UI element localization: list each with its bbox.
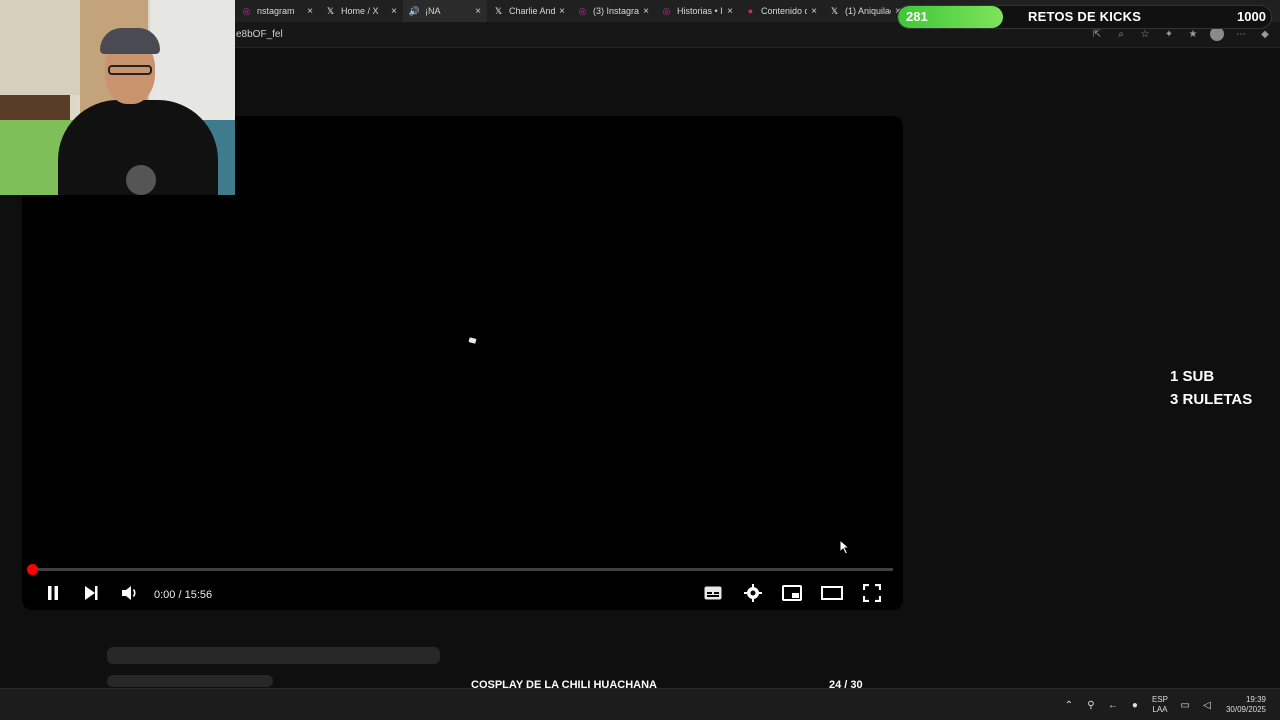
- mouse-cursor-icon: [839, 539, 851, 555]
- time-display: 0:00 / 15:56: [154, 589, 213, 601]
- browser-tab-label: (1) Aniquilac: [845, 6, 892, 16]
- kicks-goal-title: RETOS DE KICKS: [1028, 9, 1142, 24]
- back-arrow-icon[interactable]: ←: [1102, 697, 1124, 713]
- gear-icon: [744, 584, 762, 602]
- network-icon[interactable]: ⚲: [1080, 697, 1102, 713]
- instagram-icon: ◎: [578, 5, 587, 16]
- fullscreen-icon: [863, 584, 881, 602]
- display-icon[interactable]: ▭: [1174, 697, 1196, 713]
- browser-tab[interactable]: ◎ Historias • In ×: [655, 0, 739, 22]
- browser-tab[interactable]: 𝕏 Home / X ×: [319, 0, 403, 22]
- fullscreen-button[interactable]: [860, 581, 884, 605]
- clock[interactable]: 19:39 30/09/2025: [1226, 695, 1266, 715]
- bookmark-star-icon[interactable]: ☆: [1138, 27, 1152, 41]
- browser-tab-label: Charlie And: [509, 6, 556, 16]
- pause-icon: [48, 586, 58, 600]
- address-bar-icons: ⇱ ⌕ ☆ ✦ ★ ⋯ ◆: [1090, 27, 1272, 41]
- profile-avatar[interactable]: [1210, 27, 1224, 41]
- kicks-goal-target: 1000: [1237, 9, 1266, 24]
- theater-mode-icon: [821, 586, 843, 600]
- x-logo-icon: 𝕏: [326, 5, 335, 16]
- miniplayer-button[interactable]: [780, 581, 804, 605]
- audio-playing-icon: 🔊: [408, 5, 421, 16]
- open-external-icon[interactable]: ⇱: [1090, 27, 1104, 41]
- browser-tab-label: ¡NA: [425, 6, 441, 16]
- language-code: ESP: [1151, 695, 1168, 704]
- browser-tab[interactable]: ◎ nstagram ×: [235, 0, 319, 22]
- windows-taskbar: ⌃ ⚲ ← ● ESP LAA ▭ ◁ 19:39 30/09/2025: [0, 688, 1280, 720]
- browser-tab[interactable]: ● Contenido d ×: [739, 0, 823, 22]
- browser-tab-label: Contenido d: [761, 6, 808, 16]
- next-button[interactable]: [79, 581, 103, 605]
- sub-reward-text: 1 SUB: [1170, 368, 1215, 385]
- settings-button[interactable]: [741, 581, 765, 605]
- tab-close-icon[interactable]: ×: [727, 6, 733, 17]
- tab-close-icon[interactable]: ×: [559, 6, 565, 17]
- browser-tab[interactable]: ◎ (3) Instagram×: [571, 0, 655, 22]
- tab-close-icon[interactable]: ×: [475, 6, 481, 17]
- extensions-icon[interactable]: ✦: [1162, 27, 1176, 41]
- player-controls: 0:00 / 15:56: [22, 576, 903, 610]
- url-text[interactable]: e8bOF_fel: [236, 29, 283, 40]
- kicks-count: 281: [906, 9, 928, 24]
- loading-spinner-icon: [468, 337, 477, 344]
- progress-scrubber[interactable]: [27, 564, 38, 575]
- microphone-icon[interactable]: ●: [1124, 697, 1146, 713]
- browser-tab-label: (3) Instagram: [593, 6, 640, 16]
- copilot-icon[interactable]: ◆: [1258, 27, 1272, 41]
- browser-tab[interactable]: 𝕏(1) Aniquilac×: [823, 0, 907, 22]
- browser-tab-label: nstagram: [257, 6, 295, 16]
- system-tray: ⌃ ⚲ ← ● ESP LAA ▭ ◁ 19:39 30/09/2025: [1058, 689, 1280, 720]
- instagram-icon: ◎: [242, 5, 251, 16]
- tab-close-icon[interactable]: ×: [307, 6, 313, 17]
- x-logo-icon: 𝕏: [830, 5, 839, 16]
- recording-dot-icon: ●: [747, 6, 754, 16]
- title-placeholder: [107, 647, 440, 664]
- screen: ◎ nstagram × 𝕏 Home / X × 🔊 ¡NA × 𝕏 Charlie And × ◎(…: [0, 0, 1280, 720]
- keyboard-layout: LAA: [1152, 705, 1168, 714]
- skip-next-icon: [85, 586, 98, 600]
- instagram-icon: ◎: [662, 5, 671, 16]
- browser-tab-label: Historias • In: [677, 6, 724, 16]
- progress-bar[interactable]: [32, 568, 893, 571]
- chevron-up-icon[interactable]: ⌃: [1058, 697, 1080, 713]
- browser-tab-label: Home / X: [341, 6, 379, 16]
- browser-tab[interactable]: 𝕏 Charlie And ×: [487, 0, 571, 22]
- browser-tab[interactable]: 🔊 ¡NA ×: [403, 0, 487, 22]
- favorites-icon[interactable]: ★: [1186, 27, 1200, 41]
- pause-button[interactable]: [41, 581, 65, 605]
- miniplayer-icon: [782, 585, 802, 601]
- subtitles-button[interactable]: [701, 581, 725, 605]
- volume-button[interactable]: [118, 581, 142, 605]
- roulette-reward-text: 3 RULETAS: [1170, 391, 1253, 408]
- speaker-icon[interactable]: ◁: [1196, 697, 1218, 713]
- more-menu-icon[interactable]: ⋯: [1234, 27, 1248, 41]
- subtitles-icon: [704, 586, 722, 600]
- webcam-overlay: [0, 0, 235, 195]
- tab-close-icon[interactable]: ×: [811, 6, 817, 17]
- clock-date: 30/09/2025: [1225, 705, 1266, 714]
- tab-close-icon[interactable]: ×: [643, 6, 649, 17]
- theater-mode-button[interactable]: [820, 581, 844, 605]
- x-logo-icon: 𝕏: [494, 5, 503, 16]
- zoom-icon[interactable]: ⌕: [1114, 27, 1128, 41]
- language-indicator[interactable]: ESP LAA: [1152, 695, 1168, 715]
- channel-placeholder: [107, 675, 273, 687]
- clock-time: 19:39: [1245, 695, 1266, 704]
- volume-icon: [122, 586, 136, 600]
- tab-close-icon[interactable]: ×: [391, 6, 397, 17]
